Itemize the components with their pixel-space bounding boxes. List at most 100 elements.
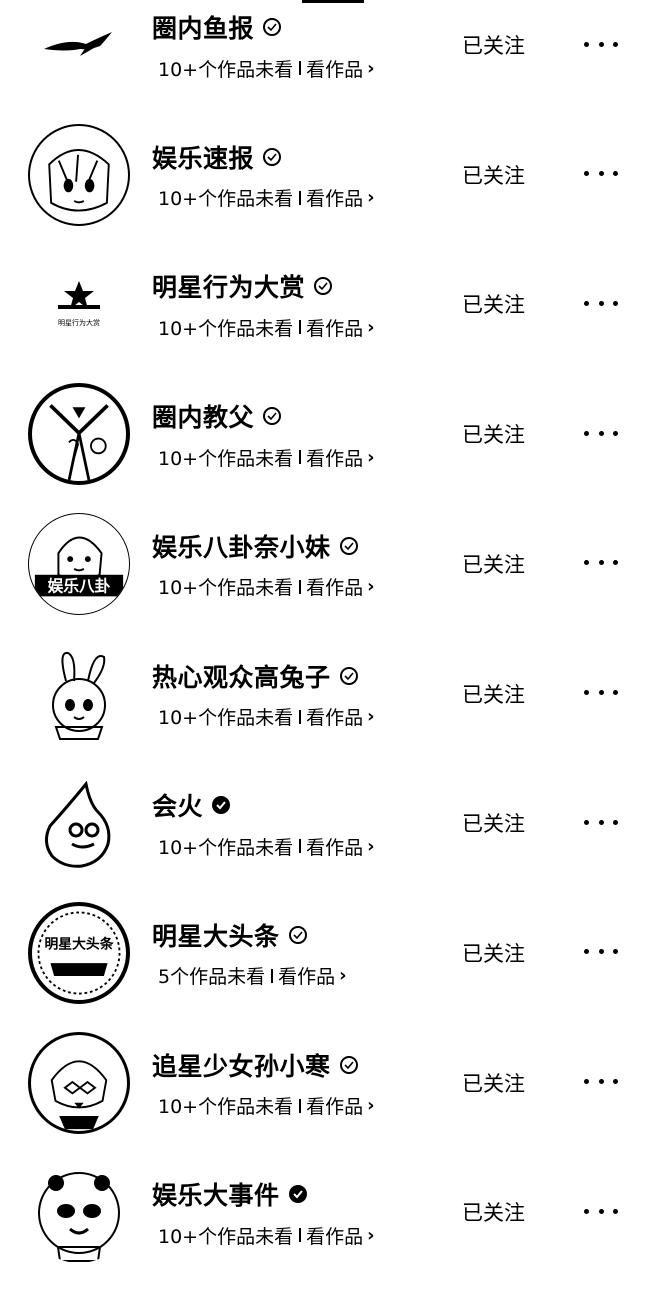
account-name: 娱乐大事件 [152,1181,280,1211]
unseen-works-line[interactable]: 10+个作品未看 看作品 › [158,574,375,600]
separator [299,61,302,75]
view-works-link[interactable]: 看作品 [306,833,363,860]
chevron-right-icon: › [367,446,375,468]
separator [299,1098,302,1113]
logo-caption: 明星行为大赏 [58,318,100,327]
avatar[interactable]: 娱乐八卦 [28,512,130,615]
account-name: 会火 [152,792,204,822]
list-item[interactable]: 娱乐八卦 娱乐八卦奈小妹 10+个作品未看 看作品 › 已关注 [0,512,648,649]
more-options-icon[interactable] [584,1194,618,1228]
list-item[interactable]: 明星大头条 明星大头条 5个作品未看 看作品 › 已关注 [0,901,648,1038]
separator [271,968,274,983]
unseen-works-line[interactable]: 10+个作品未看 看作品 › [158,1093,375,1119]
unseen-works-line[interactable]: 10+个作品未看 看作品 › [158,185,375,211]
follow-status-button[interactable]: 已关注 [462,548,534,582]
more-options-icon[interactable] [584,935,618,969]
badge-text: 明星大头条 [44,935,113,952]
more-options-icon[interactable] [584,157,618,191]
list-item[interactable]: 娱乐速报 10+个作品未看 看作品 › 已关注 [0,123,648,260]
account-name: 娱乐八卦奈小妹 [152,532,331,562]
chevron-right-icon: › [367,1224,375,1246]
account-name: 圈内教父 [152,403,255,433]
follow-status-button[interactable]: 已关注 [462,288,534,322]
follow-status-button[interactable]: 已关注 [462,418,534,452]
separator [299,579,302,594]
view-works-link[interactable]: 看作品 [306,184,363,211]
view-works-link[interactable]: 看作品 [306,314,363,341]
view-works-link[interactable]: 看作品 [306,703,363,730]
more-options-icon[interactable] [584,546,618,580]
follow-status-button[interactable]: 已关注 [462,678,534,712]
avatar[interactable] [28,772,130,874]
list-item[interactable]: 追星少女孙小寒 10+个作品未看 看作品 › 已关注 [0,1031,648,1168]
follow-status-button[interactable]: 已关注 [462,807,534,841]
account-name-line: 热心观众高兔子 [152,659,359,693]
verified-outline-icon [262,406,282,426]
fish-avatar-icon [44,32,112,56]
verified-filled-icon [288,1184,308,1204]
verified-outline-icon [262,147,282,167]
account-name-line: 娱乐速报 [152,140,282,174]
avatar[interactable]: 明星行为大赏 [28,253,130,355]
list-item[interactable]: 娱乐大事件 10+个作品未看 看作品 › 已关注 [0,1167,648,1297]
headline-badge-avatar-icon: 明星大头条 [37,911,121,995]
view-works-link[interactable]: 看作品 [278,962,335,989]
unseen-works-line[interactable]: 10+个作品未看 看作品 › [158,55,375,81]
more-options-icon[interactable] [584,1065,618,1099]
account-name-line: 圈内鱼报 [152,10,282,44]
more-options-icon[interactable] [584,27,618,61]
account-name-line: 明星大头条 [152,918,308,952]
account-name-line: 追星少女孙小寒 [152,1048,359,1082]
unseen-works-line[interactable]: 10+个作品未看 看作品 › [158,314,375,340]
unseen-count: 10+个作品未看 [158,707,294,729]
avatar[interactable] [28,123,130,226]
unseen-works-line[interactable]: 5个作品未看 看作品 › [158,963,347,989]
follow-status-button[interactable]: 已关注 [462,159,534,193]
list-item[interactable]: 热心观众高兔子 10+个作品未看 看作品 › 已关注 [0,649,648,779]
list-item[interactable]: 明星行为大赏 明星行为大赏 10+个作品未看 看作品 › 已关注 [0,259,648,389]
chevron-right-icon: › [367,576,375,598]
list-item[interactable]: 会火 10+个作品未看 看作品 › 已关注 [0,778,648,908]
account-name: 热心观众高兔子 [152,662,331,692]
unseen-count: 10+个作品未看 [158,836,294,859]
unseen-works-line[interactable]: 10+个作品未看 看作品 › [158,704,375,730]
view-works-link[interactable]: 看作品 [306,573,363,600]
follow-status-button[interactable]: 已关注 [462,1196,534,1230]
unseen-count: 10+个作品未看 [158,58,294,81]
unseen-works-line[interactable]: 10+个作品未看 看作品 › [158,1222,375,1248]
more-options-icon[interactable] [584,416,618,450]
gossip-girl-avatar-icon: 娱乐八卦 [34,536,124,597]
unseen-works-line[interactable]: 10+个作品未看 看作品 › [158,444,375,470]
unseen-count: 10+个作品未看 [158,577,294,600]
avatar[interactable]: 明星大头条 [28,901,130,1004]
more-options-icon[interactable] [584,805,618,839]
view-works-link[interactable]: 看作品 [306,444,363,471]
avatar[interactable] [28,643,130,745]
account-name-line: 圈内教父 [152,399,282,433]
list-item[interactable]: 圈内鱼报 10+个作品未看 看作品 › 已关注 [0,0,648,130]
account-name-line: 明星行为大赏 [152,269,333,303]
account-name: 明星大头条 [152,921,280,951]
view-works-link[interactable]: 看作品 [306,1092,363,1119]
unseen-count: 10+个作品未看 [158,1096,294,1119]
avatar[interactable] [28,0,130,96]
view-works-link[interactable]: 看作品 [306,55,363,82]
verified-outline-icon [339,1055,359,1075]
more-options-icon[interactable] [584,286,618,320]
verified-outline-icon [339,536,359,556]
follow-status-button[interactable]: 已关注 [462,1067,534,1101]
account-name-line: 会火 [152,788,231,822]
avatar[interactable] [28,1031,130,1134]
avatar[interactable] [28,383,130,486]
follow-status-button[interactable]: 已关注 [462,29,534,63]
account-name-line: 娱乐大事件 [152,1177,308,1211]
list-item[interactable]: 圈内教父 10+个作品未看 看作品 › 已关注 [0,383,648,519]
unseen-works-line[interactable]: 10+个作品未看 看作品 › [158,833,375,859]
chevron-right-icon: › [367,316,375,338]
avatar[interactable] [28,1161,130,1263]
follow-status-button[interactable]: 已关注 [462,937,534,971]
more-options-icon[interactable] [584,676,618,710]
view-works-link[interactable]: 看作品 [306,1222,363,1249]
rabbit-girl-avatar-icon [52,651,106,740]
flame-avatar-icon [45,780,111,868]
